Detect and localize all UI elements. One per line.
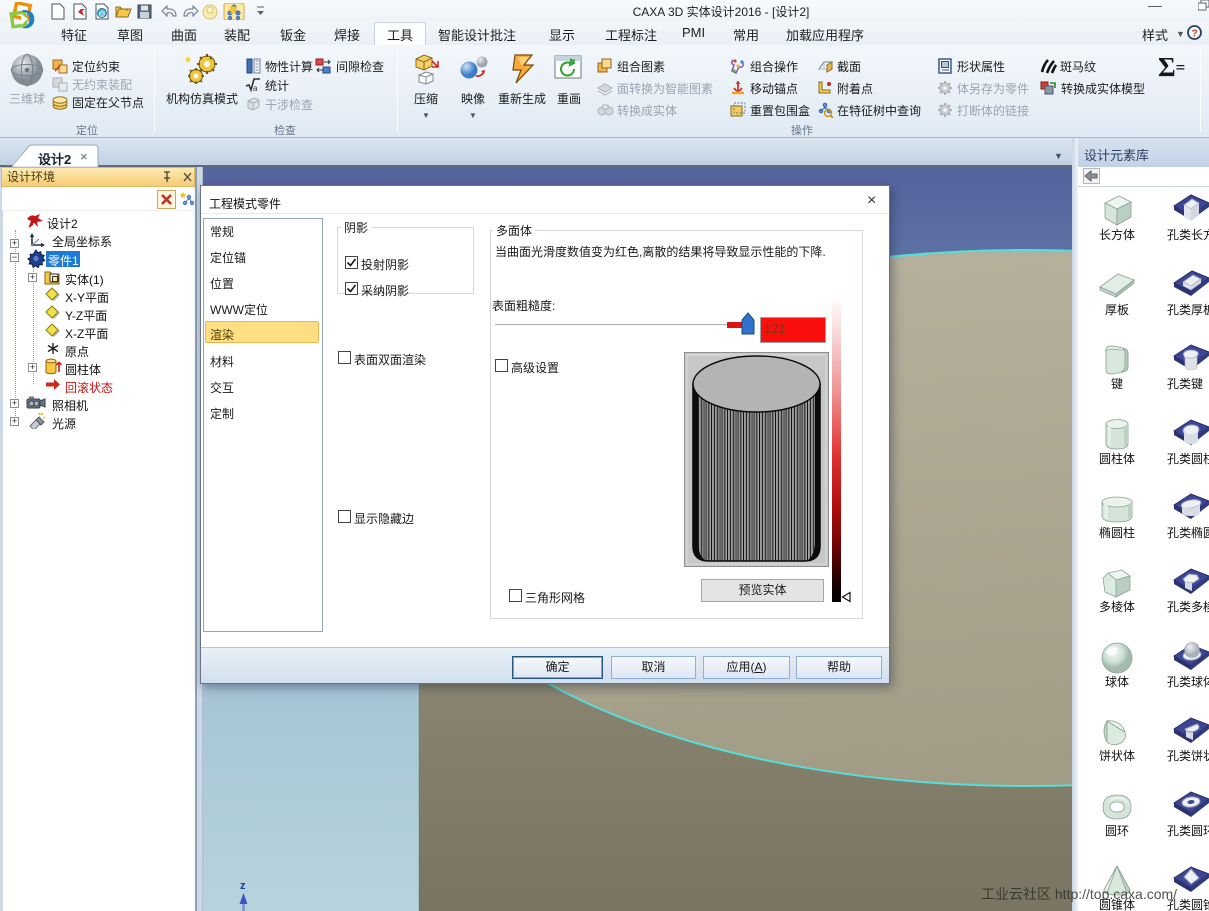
svg-text:?: ? xyxy=(1191,29,1197,40)
svg-text:a: a xyxy=(253,84,258,93)
svg-text:z: z xyxy=(240,880,246,892)
svg-text:@: @ xyxy=(98,11,105,18)
